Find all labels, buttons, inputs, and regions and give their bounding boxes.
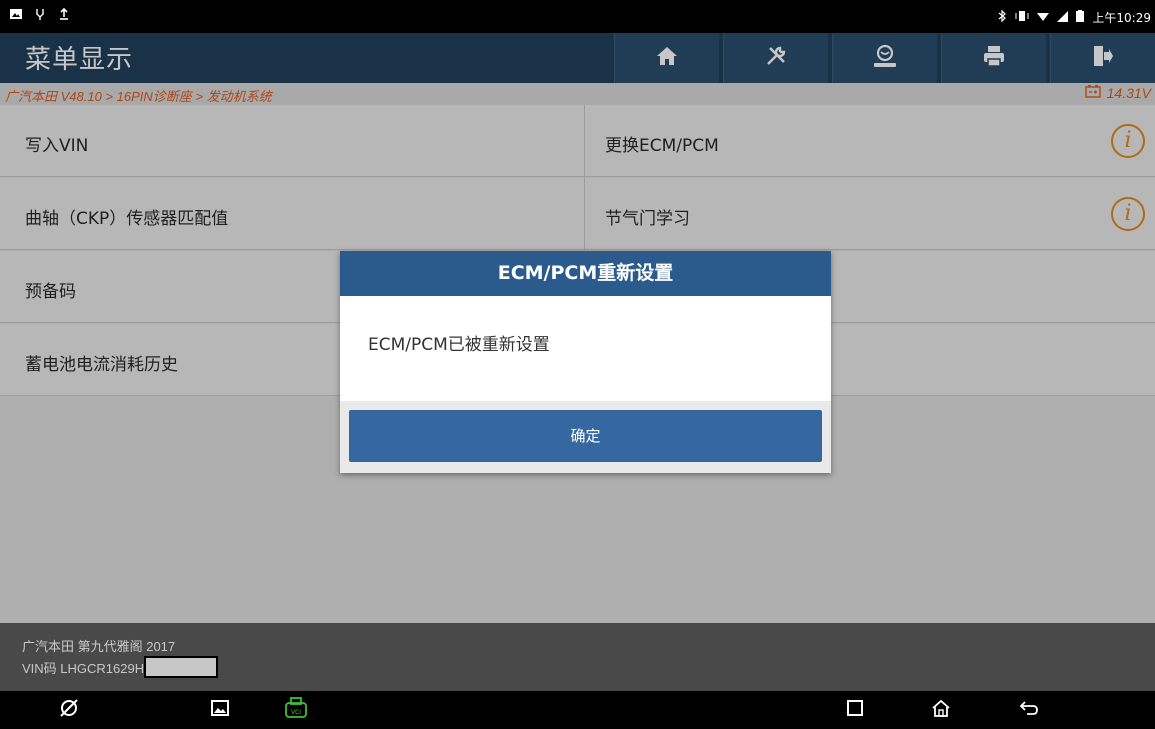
- dialog-title: ECM/PCM重新设置: [340, 251, 831, 296]
- dialog-message: ECM/PCM已被重新设置: [368, 335, 550, 355]
- svg-text:VCI: VCI: [291, 709, 301, 716]
- dialog-footer: 确定: [340, 401, 831, 473]
- gallery-icon: [211, 700, 229, 720]
- vibrate-icon: [1015, 10, 1029, 25]
- ecm-reset-dialog: ECM/PCM重新设置 ECM/PCM已被重新设置 确定: [340, 251, 831, 473]
- bluetooth-icon: [998, 9, 1007, 25]
- battery-icon: [1076, 10, 1085, 25]
- android-nav-bar: VCI: [0, 691, 1155, 729]
- status-bar: 上午10:29: [0, 0, 1155, 33]
- wifi-icon: [1037, 11, 1050, 25]
- home-outline-icon: [931, 699, 951, 721]
- vci-icon: VCI: [284, 697, 308, 723]
- recent-apps-button[interactable]: [842, 698, 868, 722]
- square-icon: [847, 700, 863, 720]
- back-button[interactable]: [1016, 698, 1042, 722]
- home-nav-button[interactable]: [928, 698, 954, 722]
- gallery-button[interactable]: [207, 698, 233, 722]
- signal-icon: [1057, 10, 1069, 25]
- image-notification-icon: [10, 8, 22, 23]
- browser-button[interactable]: [56, 698, 82, 722]
- browser-icon: [58, 698, 80, 722]
- back-arrow-icon: [1019, 700, 1039, 720]
- vci-button[interactable]: VCI: [283, 697, 309, 723]
- usb-debug-icon: [34, 8, 46, 23]
- clock: 上午10:29: [1092, 11, 1151, 25]
- ok-button[interactable]: 确定: [349, 410, 822, 462]
- upload-icon: [58, 7, 70, 23]
